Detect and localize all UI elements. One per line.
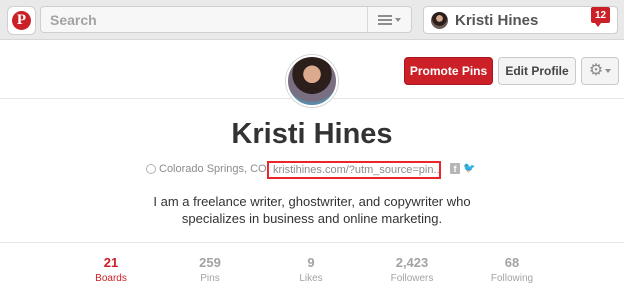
pinterest-logo-icon[interactable]: P [7, 6, 36, 35]
profile-name: Kristi Hines [231, 118, 393, 150]
settings-button[interactable]: ⚙ [581, 57, 619, 85]
chevron-down-icon [395, 17, 401, 22]
notifications-button[interactable]: 12 [589, 7, 612, 30]
pinterest-logo-glyph: P [12, 11, 31, 30]
facebook-icon[interactable]: f [450, 163, 460, 174]
stat-pins[interactable]: 259 Pins [170, 255, 250, 286]
speech-bubble-tail-icon [595, 23, 601, 27]
stat-boards[interactable]: 21 Boards [71, 255, 151, 286]
chevron-down-icon [605, 69, 612, 73]
website-link[interactable]: kristihines.com/?utm_source=pin... [267, 161, 441, 179]
profile-meta-row: Colorado Springs, CO kristihines.com/?ut… [0, 161, 624, 179]
user-name: Kristi Hines [455, 12, 539, 29]
top-navigation-bar: P Kristi Hines 12 [0, 0, 624, 40]
search-box [40, 6, 412, 33]
search-menu-button[interactable] [367, 7, 411, 32]
location-text: Colorado Springs, CO [159, 163, 267, 175]
notification-count-badge: 12 [591, 7, 610, 23]
twitter-icon[interactable]: 🐦 [463, 163, 475, 174]
promote-pins-button[interactable]: Promote Pins [404, 57, 493, 85]
profile-bio: I am a freelance writer, ghostwriter, an… [0, 193, 624, 227]
hamburger-menu-icon [378, 14, 392, 25]
stat-likes[interactable]: 9 Likes [271, 255, 351, 286]
location: Colorado Springs, CO [146, 163, 267, 175]
bio-line: specializes in business and online marke… [181, 211, 443, 226]
bio-line: I am a freelance writer, ghostwriter, an… [153, 194, 471, 209]
edit-profile-button[interactable]: Edit Profile [498, 57, 576, 85]
stat-label: Boards [95, 273, 127, 284]
search-input[interactable] [41, 7, 367, 32]
stat-value: 21 [103, 255, 119, 270]
stat-label: Following [490, 273, 534, 284]
stat-following[interactable]: 68 Following [472, 255, 552, 286]
stat-label: Pins [200, 273, 220, 284]
social-links: f 🐦 [450, 163, 475, 174]
stat-label: Likes [299, 273, 323, 284]
stat-label: Followers [390, 273, 434, 284]
stat-value: 68 [504, 255, 520, 270]
gear-icon: ⚙ [588, 62, 604, 79]
profile-avatar [286, 55, 338, 107]
globe-icon [146, 164, 156, 174]
user-avatar [431, 12, 448, 29]
stat-value: 259 [199, 255, 221, 270]
stat-value: 9 [307, 255, 315, 270]
divider [0, 242, 624, 243]
stat-followers[interactable]: 2,423 Followers [372, 255, 452, 286]
stat-value: 2,423 [395, 255, 429, 270]
